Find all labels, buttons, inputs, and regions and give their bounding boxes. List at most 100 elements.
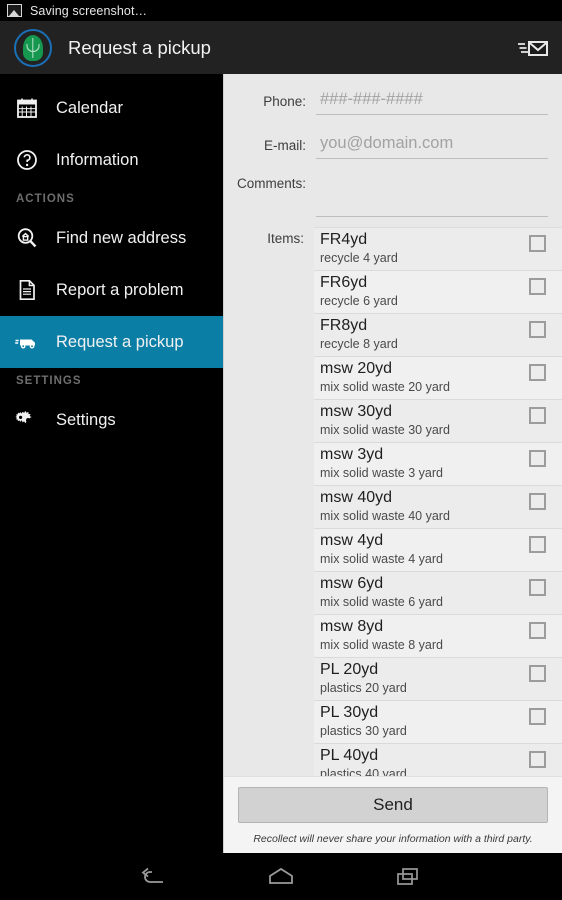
item-subtitle: plastics 30 yard [320, 724, 407, 738]
item-row[interactable]: msw 3yd mix solid waste 3 yard [314, 443, 562, 486]
send-mail-icon[interactable] [514, 35, 548, 61]
comments-label: Comments: [236, 176, 306, 191]
item-checkbox[interactable] [529, 579, 546, 596]
item-subtitle: mix solid waste 3 yard [320, 466, 443, 480]
item-checkbox[interactable] [529, 665, 546, 682]
item-texts: msw 4yd mix solid waste 4 yard [320, 531, 529, 567]
item-title: msw 6yd [320, 575, 384, 592]
item-row[interactable]: msw 8yd mix solid waste 8 yard [314, 615, 562, 658]
item-row[interactable]: FR6yd recycle 6 yard [314, 271, 562, 314]
item-texts: PL 30yd plastics 30 yard [320, 703, 529, 739]
items-section: Items: FR4yd recycle 4 yard FR6yd recycle 6… [224, 227, 562, 776]
item-row[interactable]: msw 30yd mix solid waste 30 yard [314, 400, 562, 443]
sidebar-item-request-a-pickup[interactable]: Request a pickup [0, 316, 223, 368]
item-checkbox[interactable] [529, 278, 546, 295]
item-texts: msw 20yd mix solid waste 20 yard [320, 359, 529, 395]
item-subtitle: mix solid waste 8 yard [320, 638, 443, 652]
item-row[interactable]: FR4yd recycle 4 yard [314, 228, 562, 271]
item-subtitle: recycle 4 yard [320, 251, 398, 265]
recollect-leaf-logo[interactable] [14, 28, 52, 67]
send-button[interactable]: Send [238, 787, 548, 823]
sidebar-item-calendar[interactable]: Calendar [0, 82, 223, 134]
item-row[interactable]: PL 20yd plastics 20 yard [314, 658, 562, 701]
item-texts: PL 20yd plastics 20 yard [320, 660, 529, 696]
item-title: PL 20yd [320, 661, 379, 678]
sidebar-item-label: Request a pickup [56, 332, 184, 351]
item-row[interactable]: msw 40yd mix solid waste 40 yard [314, 486, 562, 529]
item-subtitle: mix solid waste 40 yard [320, 509, 450, 523]
item-texts: msw 8yd mix solid waste 8 yard [320, 617, 529, 653]
item-subtitle: mix solid waste 4 yard [320, 552, 443, 566]
email-input[interactable] [316, 132, 548, 159]
sidebar-item-label: Information [56, 150, 139, 169]
sidebar-item-find-new-address[interactable]: Find new address [0, 212, 223, 264]
home-search-icon [14, 225, 40, 251]
sidebar-section-settings: SETTINGS [16, 375, 82, 387]
items-list[interactable]: FR4yd recycle 4 yard FR6yd recycle 6 yard FR… [314, 227, 562, 776]
item-title: msw 4yd [320, 532, 384, 549]
item-row[interactable]: msw 6yd mix solid waste 6 yard [314, 572, 562, 615]
form-footer: Send Recollect will never share your inf… [224, 776, 562, 853]
sidebar-item-settings[interactable]: Settings [0, 394, 223, 446]
item-row[interactable]: PL 40yd plastics 40 yard [314, 744, 562, 776]
item-row[interactable]: PL 30yd plastics 30 yard [314, 701, 562, 744]
item-checkbox[interactable] [529, 493, 546, 510]
item-subtitle: mix solid waste 20 yard [320, 380, 450, 394]
item-title: msw 8yd [320, 618, 384, 635]
item-texts: msw 6yd mix solid waste 6 yard [320, 574, 529, 610]
app-window: Saving screenshot… Request a pickup Cale… [0, 0, 562, 900]
comments-row: Comments: [226, 176, 548, 217]
item-row[interactable]: msw 20yd mix solid waste 20 yard [314, 357, 562, 400]
document-icon [14, 277, 40, 303]
home-icon[interactable] [256, 859, 306, 895]
item-title: PL 40yd [320, 747, 379, 764]
item-row[interactable]: FR8yd recycle 8 yard [314, 314, 562, 357]
recents-icon[interactable] [383, 859, 433, 895]
leaf-icon [23, 34, 43, 61]
item-title: msw 30yd [320, 403, 393, 420]
item-subtitle: recycle 8 yard [320, 337, 398, 351]
gears-icon [14, 407, 40, 433]
item-checkbox[interactable] [529, 708, 546, 725]
item-texts: msw 30yd mix solid waste 30 yard [320, 402, 529, 438]
item-texts: msw 40yd mix solid waste 40 yard [320, 488, 529, 524]
item-title: PL 30yd [320, 704, 379, 721]
item-checkbox[interactable] [529, 450, 546, 467]
calendar-icon [14, 95, 40, 121]
item-checkbox[interactable] [529, 364, 546, 381]
phone-row: Phone: [226, 88, 548, 115]
request-pickup-form: Phone: E-mail: Comments: Items: FR4yd rec… [223, 74, 562, 853]
item-checkbox[interactable] [529, 622, 546, 639]
sidebar-item-label: Report a problem [56, 280, 184, 299]
sidebar-item-report-a-problem[interactable]: Report a problem [0, 264, 223, 316]
sidebar-section-actions: ACTIONS [16, 193, 75, 205]
sidebar-item-label: Calendar [56, 98, 123, 117]
back-icon[interactable] [129, 859, 179, 895]
question-circle-icon [14, 147, 40, 173]
sidebar-item-information[interactable]: Information [0, 134, 223, 186]
item-title: FR4yd [320, 231, 368, 248]
item-texts: PL 40yd plastics 40 yard [320, 746, 529, 776]
sidebar-item-label: Find new address [56, 228, 187, 247]
item-texts: FR6yd recycle 6 yard [320, 273, 529, 309]
privacy-disclaimer: Recollect will never share your informat… [253, 833, 533, 845]
item-texts: msw 3yd mix solid waste 3 yard [320, 445, 529, 481]
page-title: Request a pickup [68, 36, 211, 58]
comments-input[interactable] [316, 190, 548, 217]
truck-icon [14, 329, 40, 355]
item-checkbox[interactable] [529, 536, 546, 553]
item-checkbox[interactable] [529, 235, 546, 252]
form-fields: Phone: E-mail: Comments: [224, 74, 562, 227]
drawer-top-spacer [0, 74, 223, 82]
item-checkbox[interactable] [529, 321, 546, 338]
item-row[interactable]: msw 4yd mix solid waste 4 yard [314, 529, 562, 572]
item-subtitle: mix solid waste 30 yard [320, 423, 450, 437]
item-checkbox[interactable] [529, 751, 546, 768]
item-checkbox[interactable] [529, 407, 546, 424]
phone-input[interactable] [316, 88, 548, 115]
email-row: E-mail: [226, 132, 548, 159]
system-navigation-bar [0, 853, 562, 900]
item-title: msw 40yd [320, 489, 393, 506]
item-subtitle: recycle 6 yard [320, 294, 398, 308]
action-bar: Request a pickup [0, 21, 562, 74]
